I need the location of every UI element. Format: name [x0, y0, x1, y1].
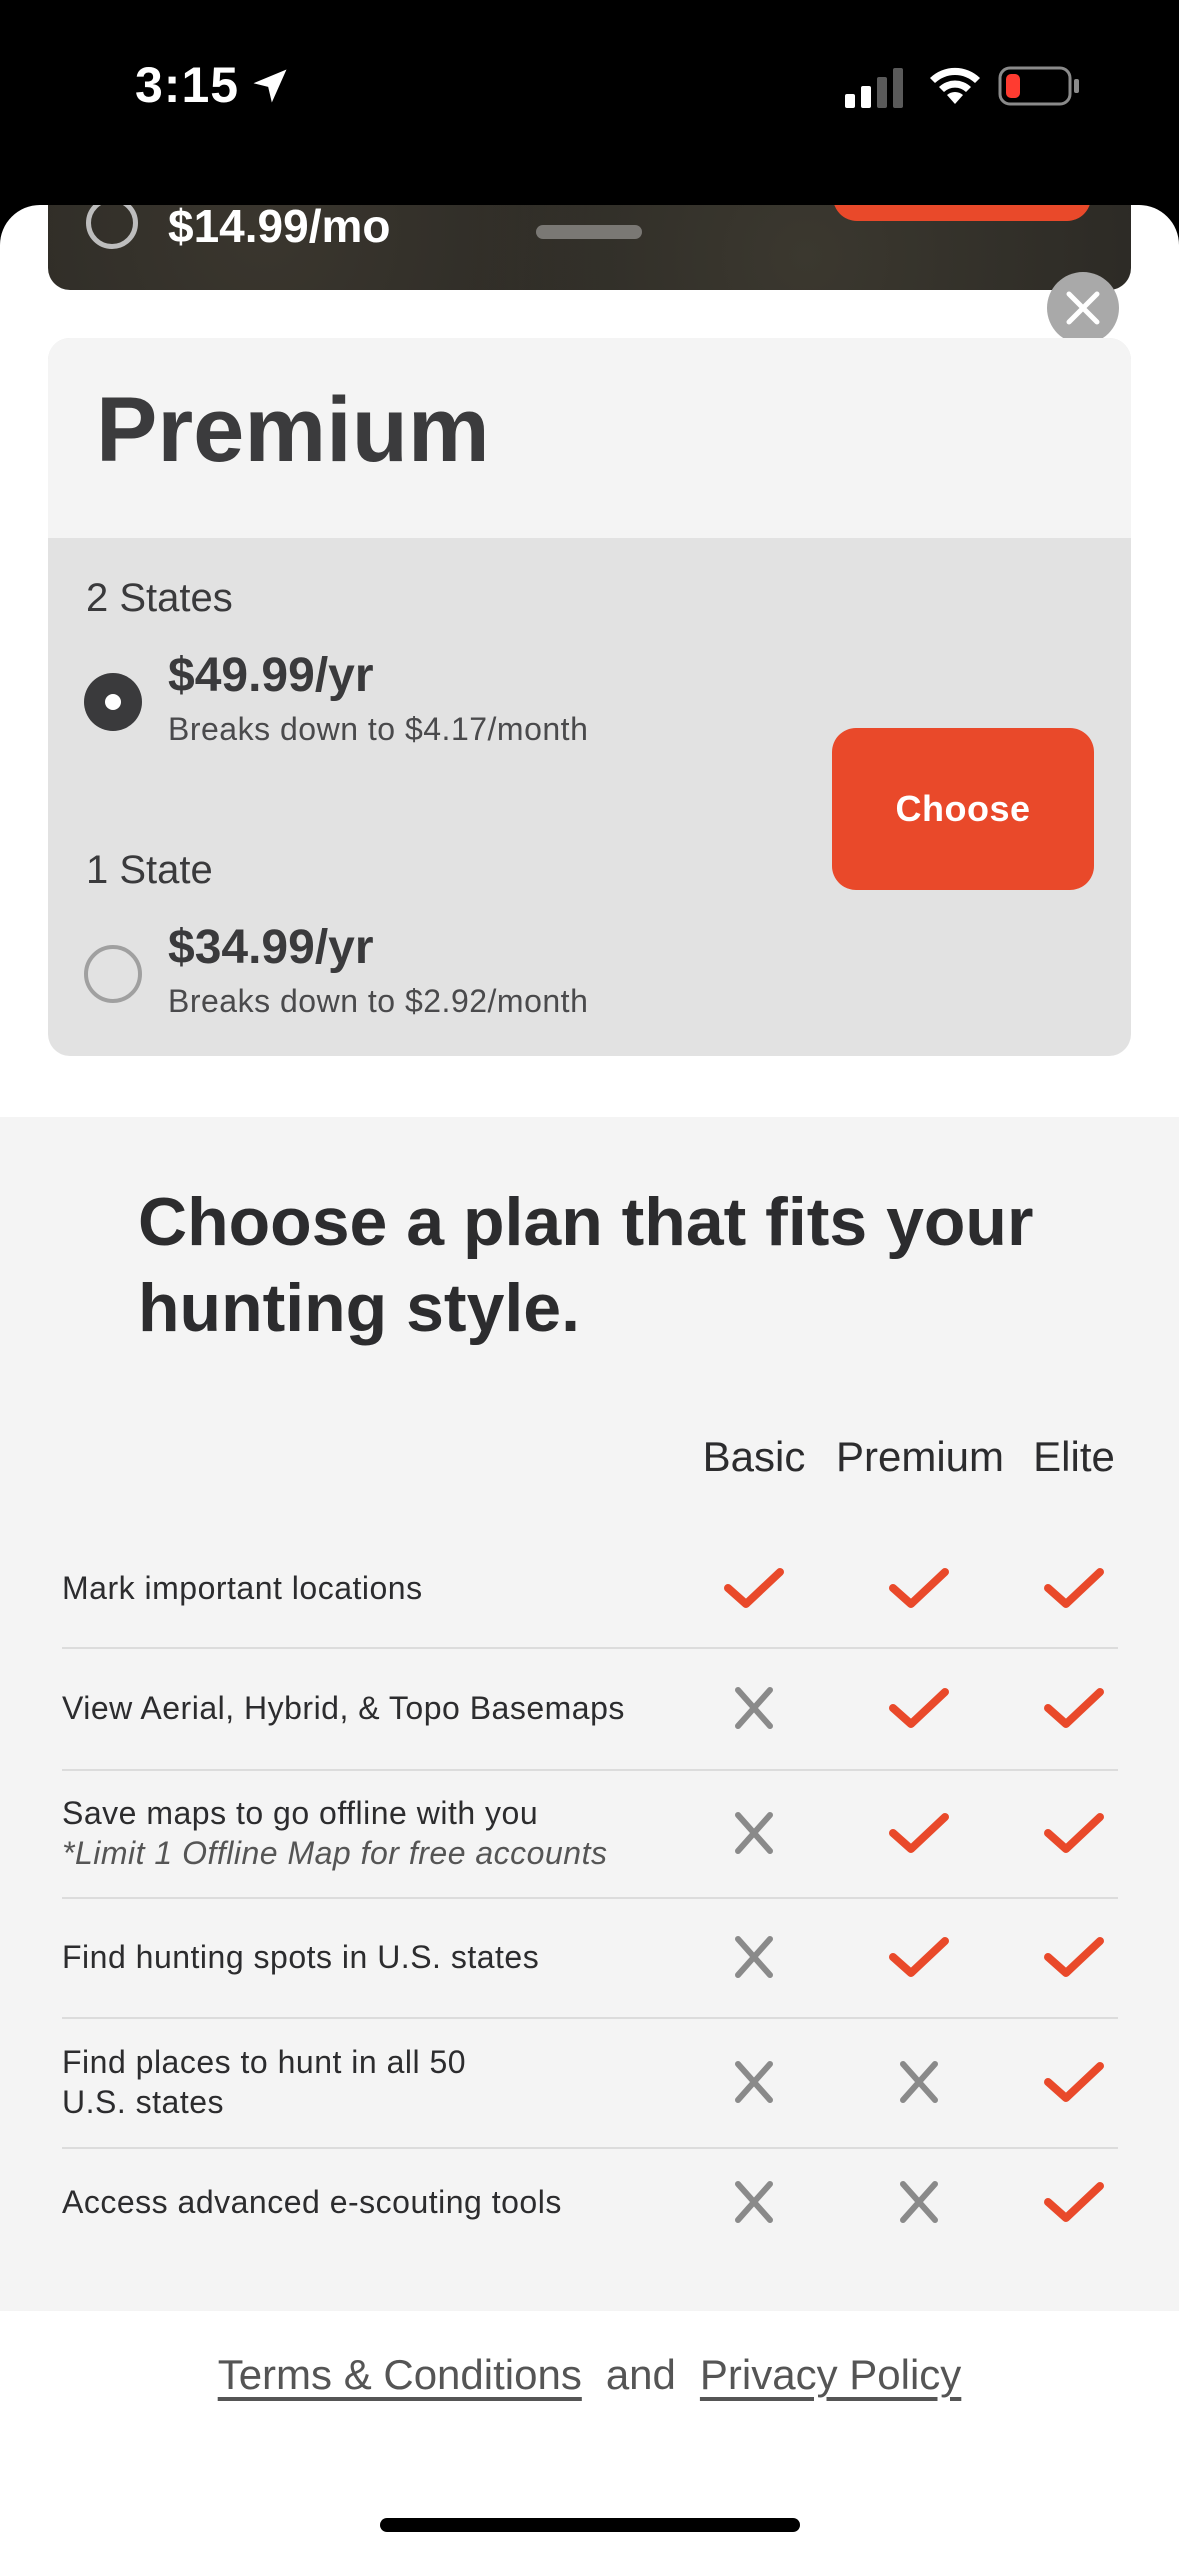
column-header-basic: Basic [702, 1433, 806, 1480]
cross-icon [722, 1809, 786, 1857]
sheet-grabber[interactable] [536, 225, 642, 239]
feature-row: Find places to hunt in all 50 U.S. state… [62, 2017, 1118, 2149]
legal-links: Terms & Conditions and Privacy Policy [0, 2351, 1179, 2399]
option-sub-2-states: Breaks down to $4.17/month [168, 711, 589, 747]
check-icon [1042, 2178, 1106, 2226]
radio-1-state[interactable] [84, 945, 142, 1003]
column-header-elite: Elite [1033, 1433, 1115, 1480]
option-price-1-state: $34.99/yr [168, 921, 374, 974]
status-time: 3:15 [135, 57, 240, 113]
choose-button[interactable] [833, 205, 1091, 221]
feature-label: Mark important locations [62, 1568, 423, 1608]
feature-row: Mark important locations [62, 1529, 1118, 1649]
basic-plan-card[interactable]: $14.99/mo [48, 205, 1131, 290]
check-icon [1042, 2058, 1106, 2106]
feature-label: Find hunting spots in U.S. states [62, 1937, 539, 1977]
option-sub-1-state: Breaks down to $2.92/month [168, 983, 589, 1019]
column-header-premium: Premium [835, 1433, 1005, 1480]
option-label-2-states: 2 States [86, 576, 233, 620]
radio-2-states[interactable] [84, 673, 142, 731]
feature-label: View Aerial, Hybrid, & Topo Basemaps [62, 1688, 625, 1728]
check-icon [1042, 1684, 1106, 1732]
check-icon [1042, 1809, 1106, 1857]
and-text: and [605, 2351, 676, 2398]
check-icon [1042, 1564, 1106, 1612]
cross-icon [722, 1684, 786, 1732]
plan-radio-unselected[interactable] [86, 205, 138, 249]
choose-button[interactable]: Choose [832, 728, 1094, 890]
check-icon [887, 1564, 951, 1612]
premium-plan-card: Premium 2 States $49.99/yr Breaks down t… [48, 338, 1131, 1056]
feature-text: Mark important locations [62, 1570, 423, 1606]
wifi-icon [930, 67, 980, 104]
check-icon [887, 1684, 951, 1732]
feature-row: View Aerial, Hybrid, & Topo Basemaps [62, 1647, 1118, 1771]
feature-row: Save maps to go offline with you *Limit 1… [62, 1769, 1118, 1899]
feature-label: Access advanced e-scouting tools [62, 2182, 562, 2222]
feature-text: Find hunting spots in U.S. states [62, 1939, 540, 1975]
check-icon [1042, 1933, 1106, 1981]
cross-icon [887, 2178, 951, 2226]
option-label-1-state: 1 State [86, 848, 213, 892]
feature-label: Find places to hunt in all 50 U.S. state… [62, 2042, 532, 2122]
check-icon [887, 1809, 951, 1857]
option-price-2-states: $49.99/yr [168, 649, 374, 702]
check-icon [887, 1933, 951, 1981]
feature-row: Access advanced e-scouting tools [62, 2147, 1118, 2257]
feature-label: Save maps to go offline with you *Limit 1… [62, 1793, 607, 1873]
status-bar: 3:15 [0, 0, 1179, 205]
battery-low-icon [998, 66, 1079, 106]
plan-comparison: Choose a plan that fits your hunting sty… [0, 1117, 1179, 2311]
plan-price: $14.99/mo [168, 205, 391, 252]
home-indicator [380, 2518, 800, 2532]
close-icon [1066, 291, 1100, 325]
feature-row: Find hunting spots in U.S. states [62, 1897, 1118, 2019]
premium-card-header: Premium [48, 338, 1131, 538]
cross-icon [722, 2058, 786, 2106]
feature-note: *Limit 1 Offline Map for free accounts [62, 1835, 608, 1871]
comparison-title: Choose a plan that fits your hunting sty… [138, 1184, 1034, 1346]
plans-sheet: $14.99/mo Premium 2 States $49.99/yr Bre… [0, 205, 1179, 2556]
feature-text: Find places to hunt in all 50 U.S. state… [62, 2044, 467, 2120]
check-icon [722, 1564, 786, 1612]
plan-title: Premium [96, 379, 490, 481]
feature-text: Save maps to go offline with you [62, 1795, 539, 1831]
privacy-link[interactable]: Privacy Policy [700, 2351, 961, 2398]
cross-icon [887, 2058, 951, 2106]
feature-text: View Aerial, Hybrid, & Topo Basemaps [62, 1690, 625, 1726]
cross-icon [722, 2178, 786, 2226]
location-arrow-icon [253, 69, 287, 103]
close-button[interactable] [1047, 272, 1119, 344]
feature-text: Access advanced e-scouting tools [62, 2184, 562, 2220]
cross-icon [722, 1933, 786, 1981]
terms-link[interactable]: Terms & Conditions [218, 2351, 582, 2398]
cellular-signal-icon [845, 68, 903, 108]
